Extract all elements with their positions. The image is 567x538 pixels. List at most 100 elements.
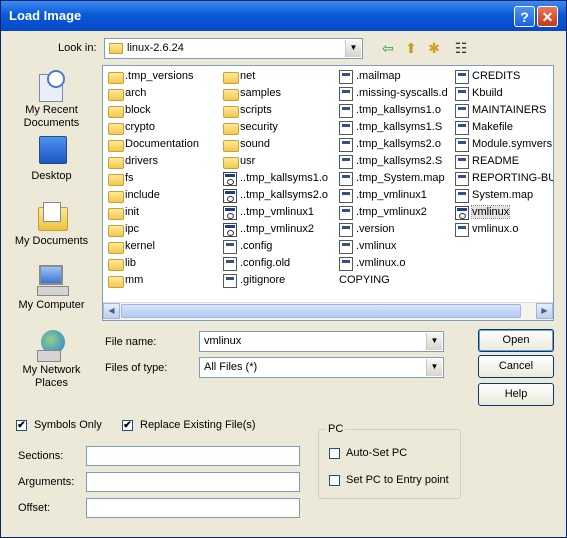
folder-icon [108, 123, 124, 135]
folder-icon [108, 72, 124, 84]
folder-icon [108, 276, 124, 288]
file-name: drivers [125, 155, 159, 167]
executable-icon [223, 189, 237, 203]
folder-icon [108, 208, 124, 220]
help-title-button[interactable]: ? [514, 6, 535, 27]
folder-icon [223, 140, 239, 152]
file-name-label: File name: [105, 336, 157, 348]
new-folder-icon[interactable]: ✱ [424, 39, 444, 57]
file-icon [223, 240, 237, 254]
file-name: usr [240, 155, 256, 167]
file-name: MAINTAINERS [472, 104, 547, 116]
file-name: .tmp_kallsyms2.S [356, 155, 443, 167]
file-name: mm [125, 274, 144, 286]
back-icon[interactable]: ⇦ [378, 39, 398, 57]
cancel-button[interactable]: Cancel [478, 355, 554, 378]
symbols-only-checkbox[interactable]: ✔ [16, 420, 27, 431]
file-icon [455, 138, 469, 152]
file-icon [339, 172, 353, 186]
place-network-places[interactable]: My Network Places [9, 328, 94, 390]
folder-icon [108, 89, 124, 101]
entry-point-checkbox[interactable] [329, 475, 340, 486]
look-in-dropdown[interactable]: linux-2.6.24 ▼ [104, 38, 363, 59]
replace-existing-checkbox[interactable]: ✔ [122, 420, 133, 431]
chevron-down-icon[interactable]: ▼ [426, 333, 442, 350]
views-menu-icon[interactable]: ☷ [448, 39, 474, 57]
folder-icon [109, 43, 123, 54]
replace-existing-label: Replace Existing File(s) [140, 419, 256, 431]
file-name: ..tmp_kallsyms2.o [240, 189, 329, 201]
file-icon [455, 155, 469, 169]
file-icon [455, 87, 469, 101]
file-icon [339, 138, 353, 152]
file-name: .tmp_vmlinux2 [356, 206, 427, 218]
folder-icon [223, 157, 239, 169]
file-name: ipc [125, 223, 140, 235]
file-name: .version [356, 223, 395, 235]
file-name: .vmlinux [356, 240, 397, 252]
file-name: ..tmp_kallsyms1.o [240, 172, 329, 184]
sections-label: Sections: [18, 450, 64, 462]
file-icon [223, 257, 237, 271]
file-name-input[interactable]: vmlinux ▼ [199, 331, 444, 352]
files-of-type-label: Files of type: [105, 362, 168, 374]
scroll-right-icon[interactable]: ▶ [536, 303, 553, 319]
entry-point-label: Set PC to Entry point [346, 474, 449, 486]
file-icon [339, 223, 353, 237]
auto-set-pc-checkbox[interactable] [329, 448, 340, 459]
file-icon [339, 70, 353, 84]
place-my-computer[interactable]: My Computer [9, 263, 94, 311]
file-icon [339, 206, 353, 220]
file-name: .missing-syscalls.d [356, 87, 448, 99]
pc-group [318, 429, 461, 499]
horizontal-scrollbar[interactable]: ◀ ▶ [103, 302, 553, 320]
file-icon [455, 172, 469, 186]
file-name: .mailmap [356, 70, 401, 82]
file-name: Makefile [472, 121, 513, 133]
file-icon [455, 189, 469, 203]
file-name: samples [240, 87, 281, 99]
place-label: My Documents [14, 235, 89, 247]
file-icon [339, 87, 353, 101]
file-name: block [125, 104, 151, 116]
symbols-only-label: Symbols Only [34, 419, 102, 431]
file-name: vmlinux.o [472, 223, 519, 235]
folder-icon [223, 106, 239, 118]
title-bar[interactable]: Load Image ? ✕ [1, 1, 566, 31]
place-desktop[interactable]: Desktop [9, 134, 94, 182]
scroll-thumb[interactable] [121, 304, 521, 318]
help-button[interactable]: Help [478, 383, 554, 406]
file-icon [339, 121, 353, 135]
recent-documents-icon [35, 68, 69, 102]
file-icon [455, 223, 469, 237]
close-button[interactable]: ✕ [537, 6, 558, 27]
chevron-down-icon[interactable]: ▼ [345, 40, 361, 57]
file-name: Kbuild [472, 87, 503, 99]
up-folder-icon[interactable]: ⬆ [401, 39, 421, 57]
sections-input[interactable] [86, 446, 300, 466]
file-name: .tmp_kallsyms1.S [356, 121, 443, 133]
file-name: .config.old [240, 257, 291, 269]
scroll-left-icon[interactable]: ◀ [103, 303, 120, 319]
files-of-type-dropdown[interactable]: All Files (*) ▼ [199, 357, 444, 378]
place-label: My Recent Documents [23, 104, 80, 129]
offset-input[interactable] [86, 498, 300, 518]
chevron-down-icon[interactable]: ▼ [426, 359, 442, 376]
auto-set-pc-label: Auto-Set PC [346, 447, 408, 459]
file-name: COPYING [339, 274, 390, 286]
file-list[interactable]: .tmp_versions arch block crypto Documentatio… [102, 65, 554, 321]
file-name: .tmp_kallsyms1.o [356, 104, 441, 116]
open-button[interactable]: Open [478, 329, 554, 352]
look-in-value: linux-2.6.24 [127, 42, 184, 54]
file-icon [455, 121, 469, 135]
file-name: ..tmp_vmlinux2 [240, 223, 314, 235]
place-recent-documents[interactable]: My Recent Documents [9, 68, 94, 130]
file-name: lib [125, 257, 137, 269]
place-label: My Computer [18, 299, 85, 311]
arguments-input[interactable] [86, 472, 300, 492]
folder-icon [223, 123, 239, 135]
file-name: include [125, 189, 160, 201]
place-my-documents[interactable]: My Documents [9, 199, 94, 247]
offset-label: Offset: [18, 502, 51, 514]
file-name: CREDITS [472, 70, 521, 82]
